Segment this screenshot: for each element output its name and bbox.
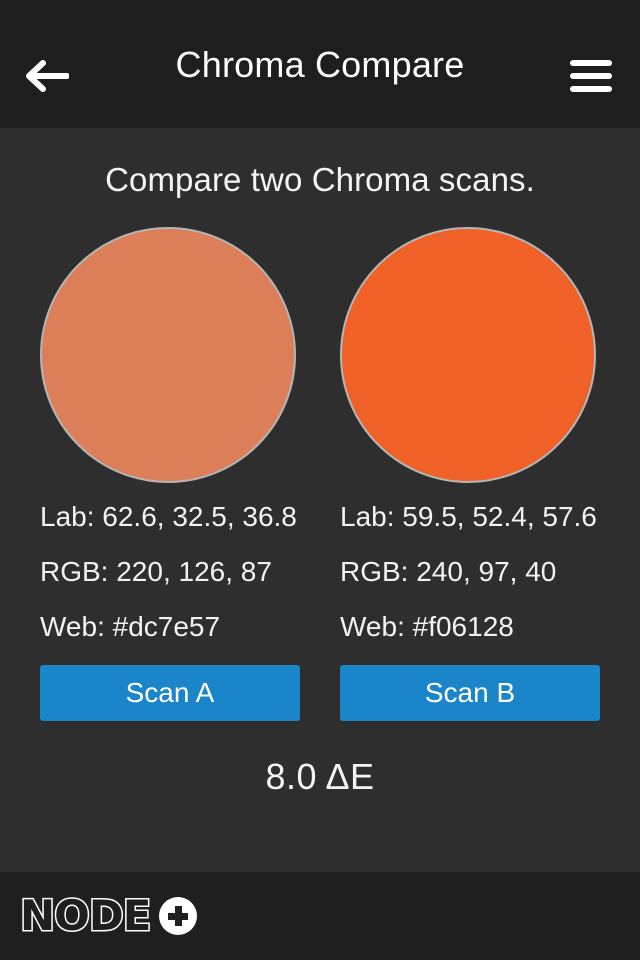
rgb-value-b: RGB: 240, 97, 40 <box>340 556 557 587</box>
color-swatch-b <box>340 227 596 483</box>
back-button[interactable] <box>14 50 78 102</box>
logo-wordmark: NODE <box>18 891 152 940</box>
comparison-columns: Lab: 62.6, 32.5, 36.8 RGB: 220, 126, 87 … <box>0 227 640 721</box>
content-area: Compare two Chroma scans. Lab: 62.6, 32.… <box>0 128 640 872</box>
hamburger-menu-icon <box>570 86 612 92</box>
plus-circle-icon <box>159 897 198 935</box>
color-swatch-a <box>40 227 296 483</box>
scan-column-b: Lab: 59.5, 52.4, 57.6 RGB: 240, 97, 40 W… <box>340 227 600 721</box>
readouts-a: Lab: 62.6, 32.5, 36.8 RGB: 220, 126, 87 … <box>40 503 300 641</box>
delta-e-value: 8.0 ΔE <box>265 756 375 797</box>
web-value-b: Web: #f06128 <box>340 611 514 642</box>
hamburger-menu-button[interactable] <box>566 56 616 96</box>
web-value-a: Web: #dc7e57 <box>40 611 221 642</box>
hamburger-menu-icon <box>570 73 612 79</box>
page-title: Chroma Compare <box>175 44 465 85</box>
scan-column-a: Lab: 62.6, 32.5, 36.8 RGB: 220, 126, 87 … <box>40 227 300 721</box>
app-footer: NODE <box>0 872 640 960</box>
scan-b-button[interactable]: Scan B <box>340 665 600 721</box>
subtitle: Compare two Chroma scans. <box>105 161 535 198</box>
readouts-b: Lab: 59.5, 52.4, 57.6 RGB: 240, 97, 40 W… <box>340 503 600 641</box>
lab-value-a: Lab: 62.6, 32.5, 36.8 <box>40 501 297 532</box>
hamburger-menu-icon <box>570 60 612 66</box>
app-header: Chroma Compare <box>0 0 640 128</box>
arrow-left-icon <box>26 60 69 92</box>
scan-a-button[interactable]: Scan A <box>40 665 300 721</box>
rgb-value-a: RGB: 220, 126, 87 <box>40 556 272 587</box>
lab-value-b: Lab: 59.5, 52.4, 57.6 <box>340 501 597 532</box>
node-plus-logo: NODE <box>18 891 198 940</box>
app-root: Chroma Compare Compare two Chroma scans.… <box>0 0 640 960</box>
